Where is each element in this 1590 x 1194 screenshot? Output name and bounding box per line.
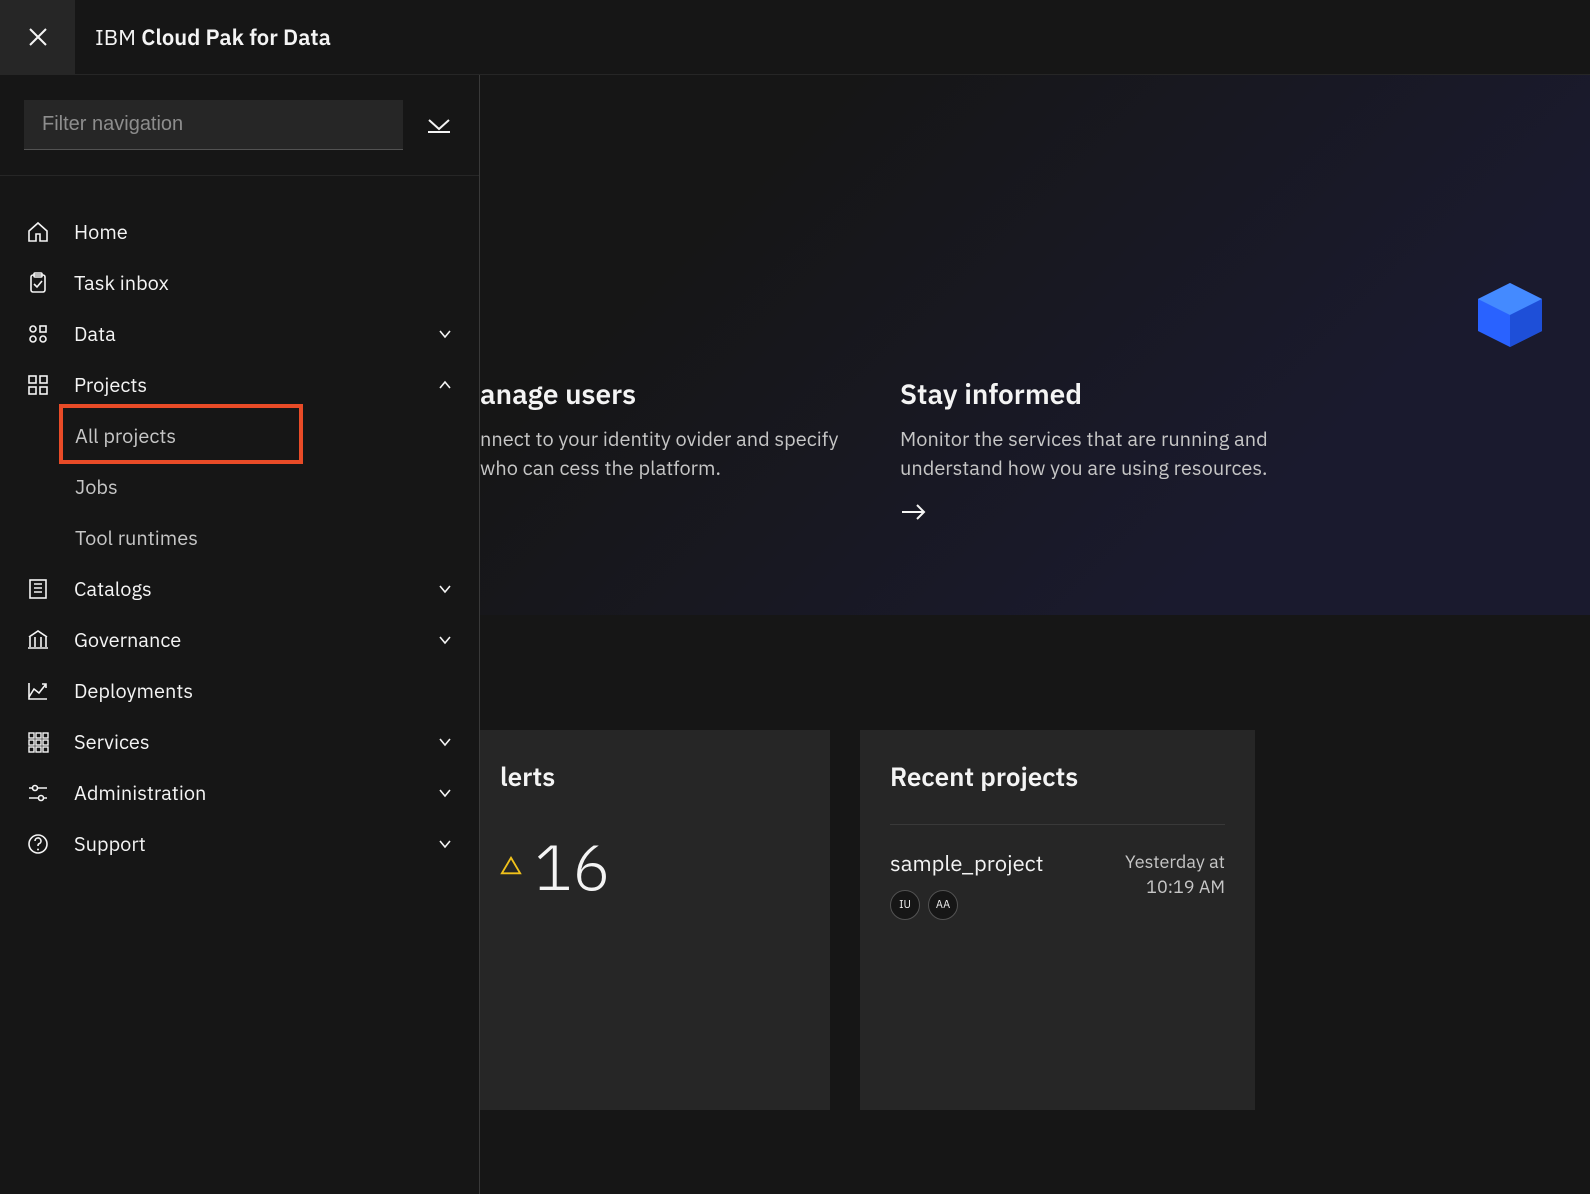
sidebar-item-governance[interactable]: Governance: [0, 614, 479, 665]
chevron-down-icon: [435, 630, 455, 650]
sub-item-tool-runtimes[interactable]: Tool runtimes: [0, 512, 479, 563]
avatar-row: IU AA: [890, 890, 1043, 920]
card-title: Stay informed: [900, 375, 1280, 412]
sidebar-item-label: Projects: [74, 371, 413, 398]
sub-item-label: Tool runtimes: [75, 524, 198, 551]
arrow-right-icon: [900, 502, 928, 522]
chevron-up-icon: [435, 375, 455, 395]
data-icon: [24, 320, 52, 348]
collapse-all-button[interactable]: [423, 109, 455, 141]
brand-title: IBM Cloud Pak for Data: [75, 23, 331, 52]
alerts-count-value: 16: [534, 824, 611, 908]
sidebar-item-label: Governance: [74, 626, 413, 653]
deployments-icon: [24, 677, 52, 705]
header: IBM Cloud Pak for Data: [0, 0, 1590, 75]
sidebar-item-deployments[interactable]: Deployments: [0, 665, 479, 716]
chevron-down-icon: [435, 732, 455, 752]
close-menu-button[interactable]: [0, 0, 75, 75]
close-icon: [26, 25, 50, 49]
sidebar-item-label: Support: [74, 830, 413, 857]
warning-icon: [500, 855, 522, 877]
sidebar-item-task-inbox[interactable]: Task inbox: [0, 257, 479, 308]
filter-input[interactable]: [24, 100, 403, 150]
support-icon: [24, 830, 52, 858]
avatar: AA: [928, 890, 958, 920]
chevron-down-icon: [435, 783, 455, 803]
sidebar-item-label: Home: [74, 218, 455, 245]
home-icon: [24, 218, 52, 246]
projects-icon: [24, 371, 52, 399]
card-body: nnect to your identity ovider and specif…: [480, 424, 860, 482]
sidebar-item-label: Task inbox: [74, 269, 455, 296]
sub-item-label: All projects: [75, 422, 176, 449]
sidebar-item-catalogs[interactable]: Catalogs: [0, 563, 479, 614]
sidebar-item-label: Catalogs: [74, 575, 413, 602]
hero-card-manage-users[interactable]: anage users nnect to your identity ovide…: [480, 375, 860, 527]
task-icon: [24, 269, 52, 297]
sub-item-jobs[interactable]: Jobs: [0, 461, 479, 512]
recent-project-item[interactable]: sample_project IU AA Yesterday at 10:19 …: [890, 824, 1225, 920]
sidebar: Home Task inbox Data Projects: [0, 75, 480, 1194]
chevron-down-line-icon: [426, 115, 452, 135]
sidebar-item-label: Services: [74, 728, 413, 755]
sub-item-all-projects[interactable]: All projects: [0, 410, 479, 461]
sidebar-item-services[interactable]: Services: [0, 716, 479, 767]
administration-icon: [24, 779, 52, 807]
projects-submenu: All projects Jobs Tool runtimes: [0, 410, 479, 563]
chevron-down-icon: [435, 579, 455, 599]
sub-item-label: Jobs: [75, 473, 118, 500]
sidebar-item-data[interactable]: Data: [0, 308, 479, 359]
sidebar-item-projects[interactable]: Projects: [0, 359, 479, 410]
sidebar-item-support[interactable]: Support: [0, 818, 479, 869]
arrow-link[interactable]: [900, 502, 928, 522]
card-title: anage users: [480, 375, 860, 412]
governance-icon: [24, 626, 52, 654]
brand-bold: Cloud Pak for Data: [141, 23, 331, 52]
recent-title: Recent projects: [890, 760, 1225, 794]
filter-row: [0, 75, 479, 176]
sidebar-item-administration[interactable]: Administration: [0, 767, 479, 818]
cube-graphic: [1470, 275, 1550, 355]
nav-list: Home Task inbox Data Projects: [0, 176, 479, 869]
avatar: IU: [890, 890, 920, 920]
chevron-down-icon: [435, 834, 455, 854]
brand-prefix: IBM: [95, 23, 141, 52]
recent-project-time: Yesterday at 10:19 AM: [1125, 849, 1225, 899]
sidebar-item-label: Deployments: [74, 677, 455, 704]
catalogs-icon: [24, 575, 52, 603]
sidebar-item-label: Administration: [74, 779, 413, 806]
chevron-down-icon: [435, 324, 455, 344]
hero-card-stay-informed[interactable]: Stay informed Monitor the services that …: [900, 375, 1280, 527]
services-icon: [24, 728, 52, 756]
sidebar-item-home[interactable]: Home: [0, 206, 479, 257]
sidebar-item-label: Data: [74, 320, 413, 347]
recent-projects-panel: Recent projects sample_project IU AA Yes…: [860, 730, 1255, 1110]
card-body: Monitor the services that are running an…: [900, 424, 1280, 482]
recent-project-name: sample_project: [890, 849, 1043, 878]
